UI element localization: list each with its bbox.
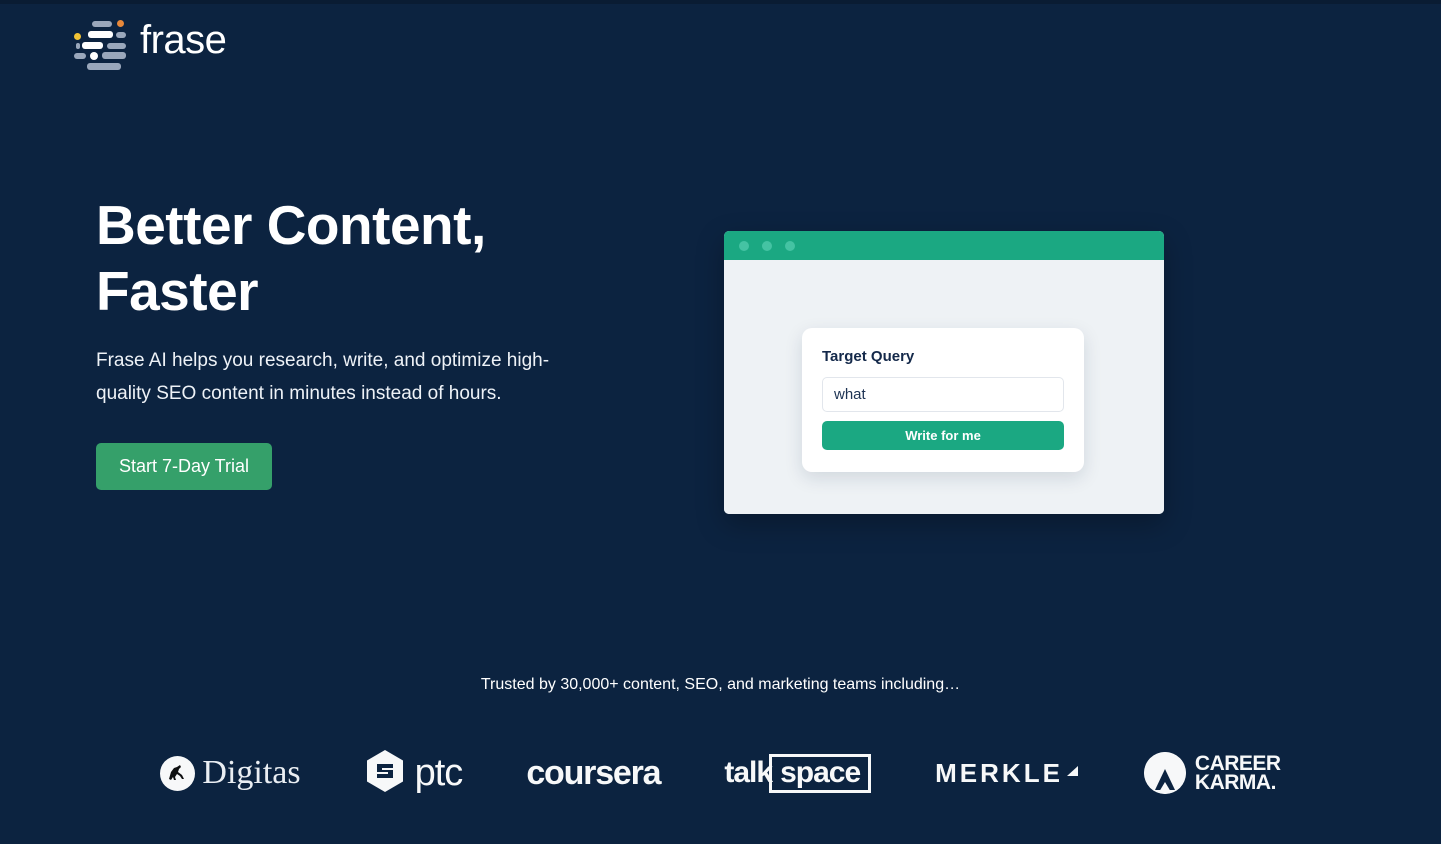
merkle-triangle-icon (1066, 764, 1080, 783)
logo-coursera: coursera (526, 743, 661, 803)
hero-subtitle: Frase AI helps you research, write, and … (96, 350, 550, 404)
brand-name: frase (140, 18, 227, 62)
target-query-input[interactable] (822, 377, 1064, 412)
write-for-me-button[interactable]: Write for me (822, 421, 1064, 450)
logo-ptc: ptc (365, 743, 463, 803)
talkspace-wordmark-talk: talk (724, 756, 773, 789)
target-query-card: Target Query Write for me (802, 328, 1084, 472)
logo-talkspace: talk space (724, 743, 872, 803)
talkspace-wordmark-space: space (780, 755, 861, 789)
hero-title: Better Content, Faster (96, 194, 486, 322)
product-mockup: Target Query Write for me (724, 231, 1164, 514)
customer-logos: Digitas ptc coursera talk space MERKLE C… (0, 738, 1441, 808)
talkspace-box: space (769, 753, 872, 793)
career-karma-line2: KARMA. (1194, 771, 1276, 794)
frase-bars-logo-icon (74, 18, 126, 70)
career-karma-mountain-icon (1143, 752, 1186, 794)
mockup-body: Target Query Write for me (724, 260, 1164, 514)
start-7-day-trial-button[interactable]: Start 7-Day Trial (96, 443, 272, 490)
ptc-hexagon-icon (365, 749, 405, 798)
window-dot-yellow-icon (762, 240, 772, 251)
digitas-wordmark: Digitas (202, 754, 301, 791)
site-header: frase Pricing Resources Login Start Tria… (0, 4, 1441, 82)
career-karma-wordmark: CAREER KARMA. (1194, 753, 1281, 794)
coursera-wordmark: coursera (526, 754, 661, 792)
logo-career-karma: CAREER KARMA. (1143, 743, 1281, 803)
logo-digitas: Digitas (160, 743, 301, 803)
ptc-wordmark: ptc (414, 752, 464, 794)
social-proof-headline: Trusted by 30,000+ content, SEO, and mar… (480, 676, 961, 693)
landing-page: frase Pricing Resources Login Start Tria… (0, 0, 1441, 844)
merkle-wordmark: MERKLE (935, 758, 1063, 788)
window-dot-green-icon (785, 240, 795, 251)
logo-merkle: MERKLE (935, 743, 1080, 803)
digitas-horse-icon (160, 755, 196, 791)
mockup-title-bar (724, 231, 1164, 260)
brand-logo-link[interactable]: frase (74, 18, 227, 70)
window-dot-red-icon (739, 240, 749, 251)
target-query-label: Target Query (822, 348, 915, 365)
